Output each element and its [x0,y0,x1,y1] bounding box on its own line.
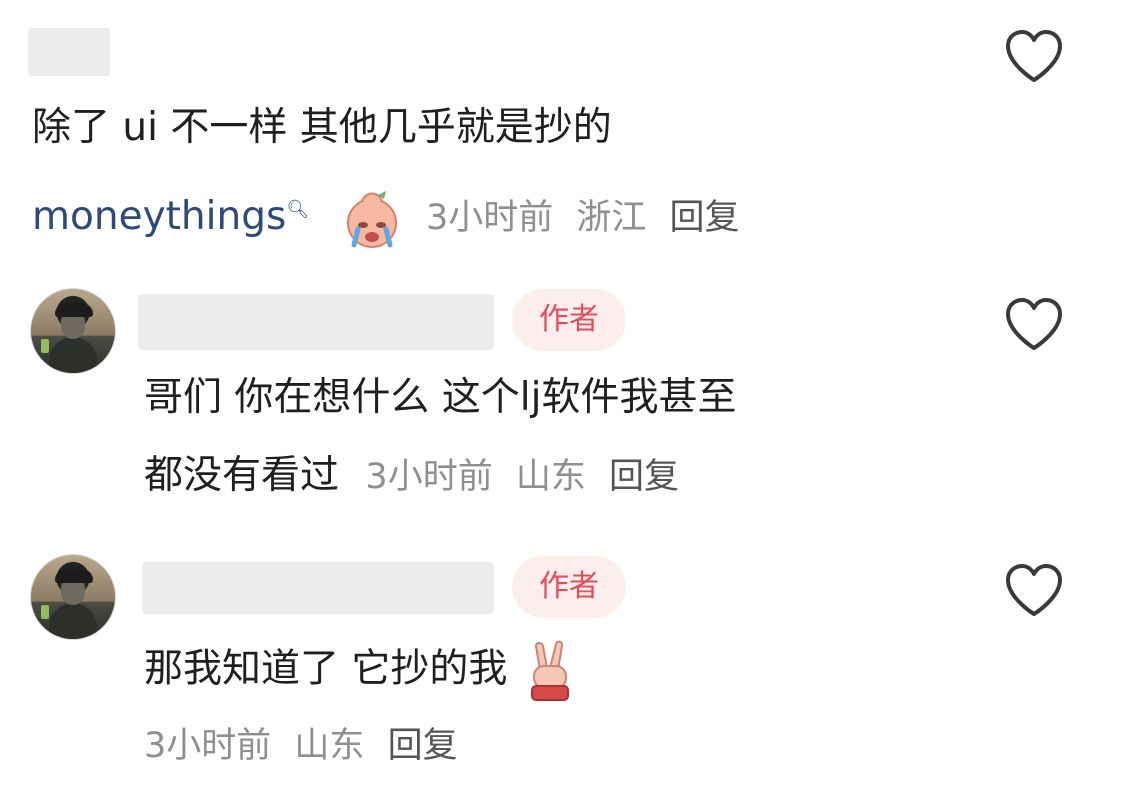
comment-location: 山东 [515,457,586,497]
mention-search-icon: 🔍︎ [286,199,310,220]
username-redacted[interactable] [28,28,110,76]
crying-face-emoji [346,190,397,248]
reply-button[interactable]: 回复 [388,726,458,766]
mention-link[interactable]: moneythings [32,194,286,239]
comment-item: 除了 ui 不一样 其他几乎就是抄的 moneythings🔍︎ 3小时前 浙江… [0,0,1125,270]
comment-meta-row: 3小时前 山东 回复 [144,724,470,768]
comment-time: 3小时前 [144,726,272,766]
username-redacted[interactable] [142,562,494,614]
like-heart-icon[interactable] [1004,28,1064,84]
like-heart-icon[interactable] [1004,296,1064,352]
author-badge: 作者 [512,289,626,351]
comment-text: 那我知道了 它抄的我 [144,646,508,692]
comment-location: 浙江 [576,198,647,238]
username-redacted[interactable] [138,294,494,350]
comment-time: 3小时前 [365,457,493,497]
comment-item: 作者 哥们 你在想什么 这个lj软件我甚至 都没有看过 3小时前 山东 回复 [0,280,1125,530]
comment-meta-row: moneythings🔍︎ 3小时前 浙江 回复 [32,186,752,249]
like-heart-icon[interactable] [1004,562,1064,618]
comment-time: 3小时前 [425,198,554,238]
comment-text: 哥们 你在想什么 这个lj软件我甚至 [144,375,737,420]
reply-button[interactable]: 回复 [670,198,740,238]
peace-hand-emoji [530,640,569,701]
comment-text-line2: 都没有看过 [144,453,340,498]
comment-text-continued: 都没有看过 3小时前 山东 回复 [144,452,691,500]
comment-item: 作者 那我知道了 它抄的我 3小时前 山东 回复 [0,548,1125,795]
avatar[interactable] [30,288,116,374]
author-badge: 作者 [512,556,626,618]
comment-text: 除了 ui 不一样 其他几乎就是抄的 [32,105,612,150]
comment-location: 山东 [294,726,365,766]
comment-text-row: 那我知道了 它抄的我 [144,640,574,702]
avatar[interactable] [30,554,116,640]
reply-button[interactable]: 回复 [609,457,679,497]
